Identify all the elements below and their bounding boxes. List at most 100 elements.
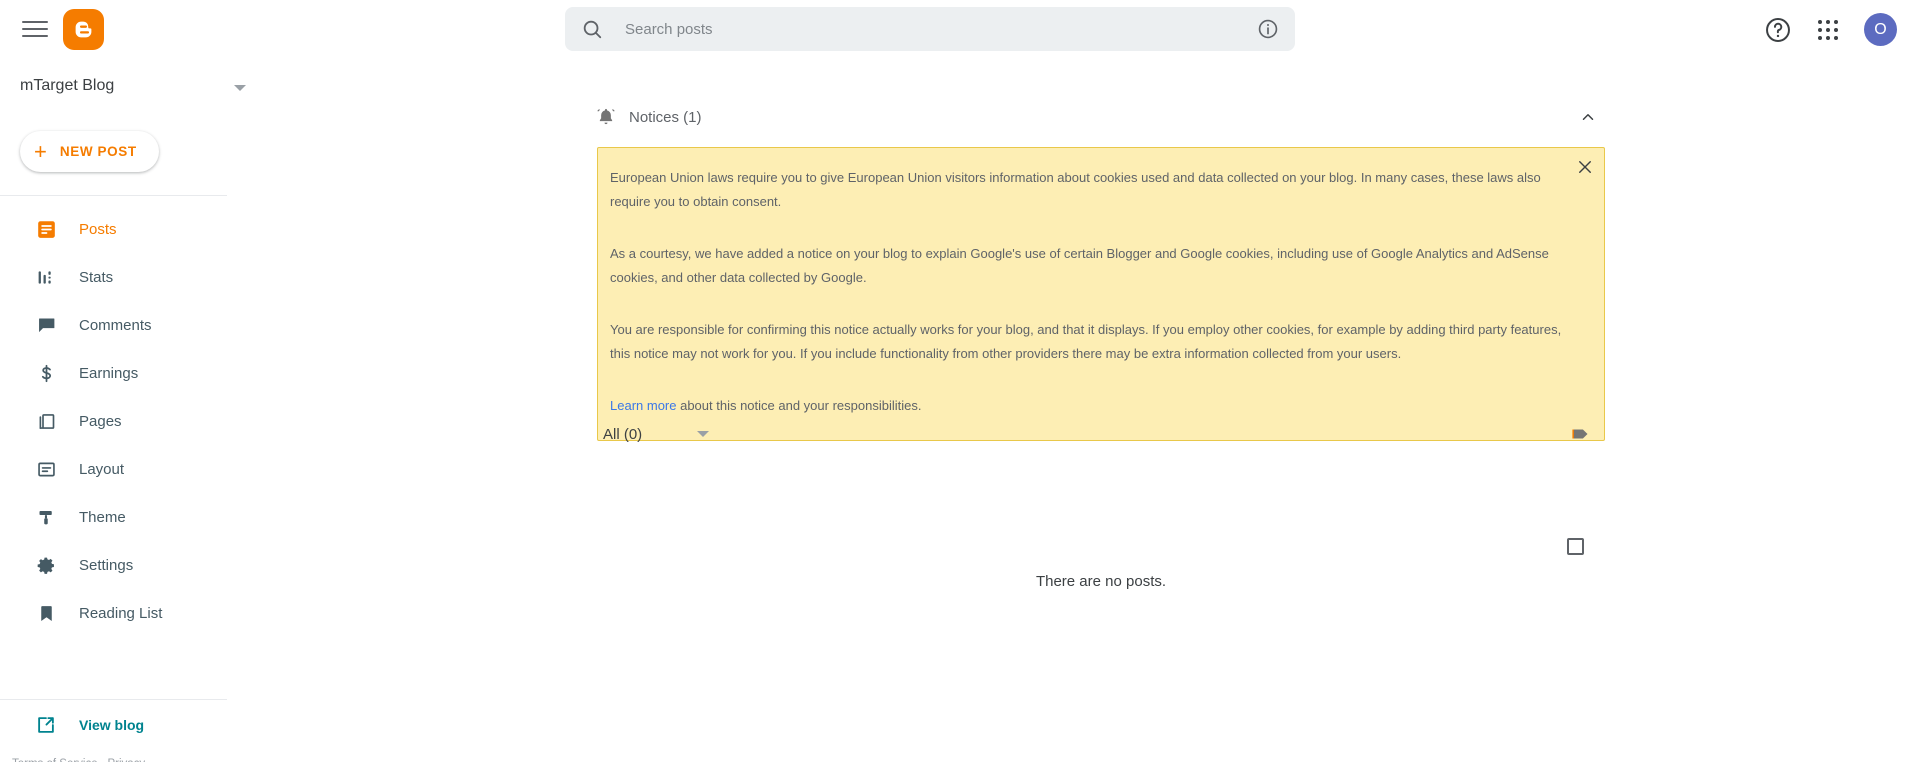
pages-stack-icon	[35, 410, 57, 432]
post-filter-label: All (0)	[603, 425, 643, 443]
apps-dot	[1818, 19, 1822, 24]
theme-glyph	[39, 510, 52, 524]
notices-title: Notices (1)	[629, 108, 702, 126]
hamburger-line	[22, 28, 48, 30]
layout-icon	[35, 458, 57, 480]
tag-glyph	[1572, 429, 1588, 439]
search-input[interactable]	[623, 19, 1257, 39]
top-app-bar: O	[0, 0, 1919, 59]
bell-icon	[597, 108, 615, 125]
posts-glyph	[37, 220, 55, 238]
info-icon[interactable]	[1257, 18, 1279, 40]
sidebar-item-earnings[interactable]: Earnings	[0, 349, 250, 397]
sidebar-item-pages[interactable]: Pages	[0, 397, 250, 445]
comment-bubble-icon	[35, 314, 57, 336]
avatar-initial: O	[1874, 20, 1887, 38]
dollar-glyph	[41, 364, 51, 382]
help-glyph	[1766, 17, 1790, 42]
apps-dot	[1834, 35, 1838, 40]
privacy-link[interactable]: Privacy	[107, 758, 145, 762]
sidebar-item-label: Stats	[79, 268, 114, 286]
notice-paragraph-1: European Union laws require you to give …	[610, 170, 1541, 209]
blogger-logo-icon[interactable]	[63, 9, 104, 50]
help-circle-icon[interactable]	[1764, 16, 1792, 44]
sidebar-item-layout[interactable]: Layout	[0, 445, 250, 493]
view-blog-button[interactable]: View blog	[35, 714, 144, 736]
external-link-icon	[35, 714, 57, 736]
plus-icon: +	[34, 138, 47, 164]
notices-header[interactable]: Notices (1)	[595, 99, 1605, 135]
notice-paragraph-2: As a courtesy, we have added a notice on…	[610, 246, 1549, 285]
sidebar-item-posts[interactable]: Posts	[0, 205, 250, 253]
sidebar-item-theme[interactable]: Theme	[0, 493, 250, 541]
hamburger-menu-icon[interactable]	[22, 17, 48, 41]
select-all-checkbox[interactable]	[1567, 538, 1584, 555]
sidebar-item-label: Posts	[79, 220, 117, 238]
new-post-button[interactable]: + NEW POST	[20, 131, 159, 172]
new-post-label: NEW POST	[59, 144, 137, 159]
chevron-down-icon	[234, 85, 246, 91]
stats-glyph	[38, 270, 51, 284]
notice-paragraph-3: You are responsible for confirming this …	[610, 322, 1562, 361]
apps-dot	[1826, 27, 1830, 32]
sidebar-item-comments[interactable]: Comments	[0, 301, 250, 349]
search-bar[interactable]	[565, 7, 1295, 51]
stats-bar-chart-icon	[35, 266, 57, 288]
sidebar-item-stats[interactable]: Stats	[0, 253, 250, 301]
post-filter-dropdown[interactable]: All (0)	[597, 414, 715, 454]
sidebar-item-label: Settings	[79, 556, 134, 574]
learn-more-suffix: about this notice and your responsibilit…	[676, 398, 922, 413]
apps-dot	[1826, 19, 1830, 24]
posts-filter-bar: All (0)	[597, 414, 1605, 458]
apps-dot	[1818, 35, 1822, 40]
footer-separator: ·	[98, 758, 108, 762]
sidebar-nav: Posts Stats Comments Earnings Pages Layo…	[0, 205, 250, 637]
sidebar-item-label: Pages	[79, 412, 122, 430]
apps-dot	[1834, 27, 1838, 32]
sidebar-item-label: Earnings	[79, 364, 139, 382]
apps-dot	[1826, 35, 1830, 40]
gear-glyph	[37, 557, 54, 574]
dollar-sign-icon	[35, 362, 57, 384]
pages-glyph	[39, 413, 54, 429]
main-content: Notices (1) European Union laws require …	[250, 59, 1919, 762]
blogger-b-glyph	[75, 21, 92, 38]
sidebar-item-settings[interactable]: Settings	[0, 541, 250, 589]
apps-dot	[1818, 27, 1822, 32]
posts-icon	[35, 218, 57, 240]
blog-selector[interactable]: mTarget Blog	[0, 65, 250, 107]
bookmark-glyph	[40, 605, 52, 621]
empty-posts-message: There are no posts.	[1035, 573, 1167, 590]
sidebar: mTarget Blog + NEW POST Posts Stats Comm…	[0, 59, 250, 762]
avatar[interactable]: O	[1864, 13, 1897, 46]
paint-roller-icon	[35, 506, 57, 528]
blogger-app-window: O mTarget Blog + NEW POST	[0, 0, 1919, 762]
sidebar-item-reading-list[interactable]: Reading List	[0, 589, 250, 637]
layout-glyph	[37, 462, 55, 476]
sidebar-item-label: Reading List	[79, 604, 163, 622]
chevron-up-icon[interactable]	[1579, 108, 1597, 126]
eu-cookie-notice: European Union laws require you to give …	[597, 147, 1605, 441]
label-tag-icon[interactable]	[1569, 422, 1593, 446]
sidebar-item-label: Layout	[79, 460, 125, 478]
search-icon	[583, 20, 602, 39]
sidebar-item-label: Theme	[79, 508, 126, 526]
sidebar-divider-bottom	[0, 699, 227, 700]
footer-separator: ·	[145, 758, 155, 762]
chevron-down-icon	[697, 431, 710, 437]
external-link-glyph	[38, 717, 54, 733]
learn-more-link[interactable]: Learn more	[610, 398, 676, 413]
hamburger-line	[22, 35, 48, 37]
view-blog-label: View blog	[79, 717, 145, 733]
terms-of-service-link[interactable]: Terms of Service	[12, 758, 98, 762]
sidebar-divider-top	[0, 195, 227, 196]
hamburger-line	[22, 21, 48, 23]
topbar-actions: O	[1764, 0, 1897, 59]
gear-icon	[35, 554, 57, 576]
close-icon[interactable]	[1576, 158, 1594, 176]
bookmark-icon	[35, 602, 57, 624]
apps-grid-icon[interactable]	[1818, 19, 1838, 40]
sidebar-item-label: Comments	[79, 316, 152, 334]
apps-dot	[1834, 19, 1838, 24]
sidebar-footer-links: Terms of Service·Privacy· Content Policy	[12, 751, 227, 762]
